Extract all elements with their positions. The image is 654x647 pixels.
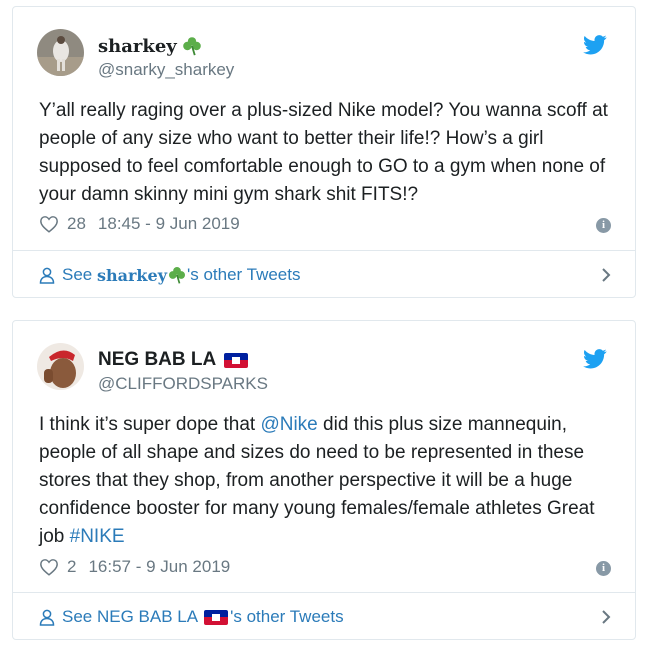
info-icon[interactable]: i	[596, 561, 611, 576]
author-name[interactable]: NEG BAB LA	[98, 349, 249, 371]
chevron-right-icon	[602, 610, 611, 624]
avatar[interactable]	[37, 29, 84, 76]
chevron-right-icon	[602, 268, 611, 282]
see-other-tweets-link[interactable]: See sharkey 's other Tweets	[39, 258, 611, 292]
footer-prefix: See	[62, 265, 97, 284]
footer-suffix: 's other Tweets	[230, 607, 344, 626]
divider	[13, 250, 635, 251]
tweet-text-segment: I think it’s super dope that	[39, 414, 261, 435]
tweet-card: NEG BAB LA @CLIFFORDSPARKS I think it’s …	[12, 320, 636, 640]
info-icon[interactable]: i	[596, 218, 611, 233]
author-name-text: NEG BAB LA	[98, 349, 217, 370]
tweet-meta: 28 18:45 - 9 Jun 2019	[39, 214, 240, 234]
tweet-timestamp[interactable]: 18:45 - 9 Jun 2019	[98, 214, 240, 234]
twitter-bird-icon[interactable]	[583, 35, 607, 55]
heart-icon[interactable]	[39, 558, 59, 576]
haiti-flag-icon	[204, 609, 229, 625]
like-count[interactable]: 28	[67, 214, 86, 234]
tweet-text: Y’all really raging over a plus-sized Ni…	[39, 100, 608, 205]
footer-suffix: 's other Tweets	[186, 265, 301, 284]
mention-link[interactable]: @Nike	[260, 414, 317, 435]
tweet-timestamp[interactable]: 16:57 - 9 Jun 2019	[88, 557, 230, 577]
heart-icon[interactable]	[39, 215, 59, 233]
footer-prefix: See	[62, 607, 97, 626]
tweet-header: NEG BAB LA @CLIFFORDSPARKS	[37, 343, 607, 393]
like-count[interactable]: 2	[67, 557, 76, 577]
footer-author-name: NEG BAB LA	[96, 607, 199, 626]
see-other-tweets-link[interactable]: See NEG BAB LA 's other Tweets	[39, 600, 611, 634]
divider	[13, 592, 635, 593]
shamrock-icon	[182, 37, 201, 56]
tweet-text: I think it’s super dope that @Nike did t…	[39, 411, 619, 551]
tweet-header: sharkey @snarky_sharkey	[37, 29, 607, 79]
twitter-bird-icon[interactable]	[583, 349, 607, 369]
author-name-text: sharkey	[98, 35, 177, 57]
footer-author-name: sharkey	[96, 265, 167, 285]
person-icon	[39, 267, 55, 284]
shamrock-icon	[168, 267, 185, 284]
author-handle[interactable]: @CLIFFORDSPARKS	[98, 374, 268, 394]
tweet-card: sharkey @snarky_sharkey Y’all really rag…	[12, 6, 636, 298]
author-handle[interactable]: @snarky_sharkey	[98, 60, 234, 80]
tweet-meta: 2 16:57 - 9 Jun 2019	[39, 557, 230, 577]
hashtag-link[interactable]: #NIKE	[70, 526, 125, 547]
haiti-flag-icon	[224, 352, 249, 368]
avatar[interactable]	[37, 343, 84, 390]
person-icon	[39, 609, 55, 626]
author-name[interactable]: sharkey	[98, 35, 203, 57]
